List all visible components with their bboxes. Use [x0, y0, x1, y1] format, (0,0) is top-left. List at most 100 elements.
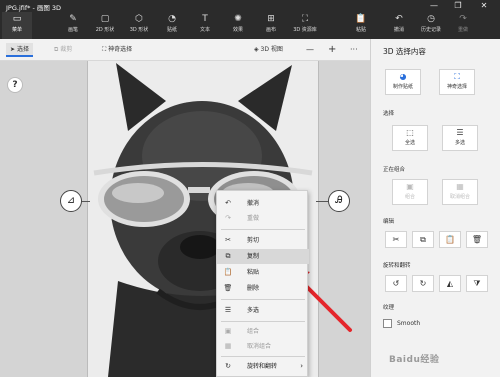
texture-section-label: 纹理: [383, 305, 395, 311]
crop-tool[interactable]: ⧉ 裁剪: [54, 43, 72, 57]
select-tool[interactable]: ➤ 选择: [6, 43, 33, 57]
brushes-tab[interactable]: ✎ 画笔: [58, 12, 88, 39]
copy-icon: ⧉: [225, 252, 231, 260]
effects-icon: ✺: [234, 14, 242, 24]
sticker-icon: ◕: [399, 72, 407, 81]
menu-item-cut[interactable]: ✂ 剪切: [217, 233, 309, 248]
cut-button[interactable]: ✂: [385, 231, 407, 248]
delete-button[interactable]: 🗑: [466, 231, 488, 248]
effects-tab[interactable]: ✺ 效果: [223, 12, 253, 39]
smooth-checkbox[interactable]: [383, 319, 392, 328]
magic-select-tool[interactable]: ⛶ 神奇选择: [102, 43, 132, 57]
zoom-in-button[interactable]: +: [328, 43, 336, 57]
chevron-right-icon: ›: [300, 362, 303, 370]
ungroup-button[interactable]: ▦ 取消组合: [442, 179, 478, 205]
magic-select-button[interactable]: ⛶ 神奇选择: [439, 69, 475, 95]
more-options-button[interactable]: ···: [350, 43, 358, 57]
paste-button[interactable]: 📋: [439, 231, 461, 248]
maximize-button[interactable]: ❐: [448, 1, 468, 11]
make-sticker-button[interactable]: ◕ 制作贴纸: [385, 69, 421, 95]
multi-select-button[interactable]: ☰ 多选: [442, 125, 478, 151]
menu-item-multi-select[interactable]: ☰ 多选: [217, 303, 309, 318]
title-bar: JPG.jfif* - 画图 3D — ❐ ✕: [0, 0, 500, 12]
trash-icon: 🗑: [471, 235, 483, 244]
rotate-right-button[interactable]: ↻: [412, 275, 434, 292]
2d-shapes-tab[interactable]: ▢ 2D 形状: [90, 12, 120, 39]
window-title: JPG.jfif* - 画图 3D: [6, 4, 62, 12]
rotate-left-button[interactable]: ↺: [385, 275, 407, 292]
close-button[interactable]: ✕: [474, 1, 494, 11]
select-all-button[interactable]: ⬚ 全选: [392, 125, 428, 151]
undo-icon: ↶: [225, 199, 231, 207]
menu-item-delete[interactable]: 🗑 删除: [217, 281, 309, 296]
help-button[interactable]: ?: [7, 77, 23, 93]
canvas-tab[interactable]: ⊞ 画布: [256, 12, 286, 39]
group-button[interactable]: ▣ 组合: [392, 179, 428, 205]
group-icon: ▣: [406, 182, 414, 191]
menu-separator: [221, 321, 305, 322]
menu-icon: ▭: [12, 14, 22, 24]
scissors-icon: ✂: [225, 236, 231, 244]
rotate-left-handle[interactable]: ⊿: [60, 190, 82, 212]
magic-select-icon: ⛶: [454, 72, 460, 81]
history-icon: ◷: [427, 14, 435, 24]
minimize-button[interactable]: —: [424, 1, 444, 11]
group-section-label: 正在组合: [383, 167, 406, 173]
zoom-out-button[interactable]: —: [306, 43, 314, 57]
3d-shapes-tab[interactable]: ⬡ 3D 形状: [124, 12, 154, 39]
scissors-icon: ✂: [392, 235, 400, 244]
stickers-tab[interactable]: ◔ 贴纸: [157, 12, 187, 39]
3d-library-icon: ⛶: [301, 14, 309, 24]
right-guide-line: [316, 201, 328, 202]
menu-item-undo[interactable]: ↶ 撤消: [217, 196, 309, 211]
app-top-bar: JPG.jfif* - 画图 3D — ❐ ✕ ▭ 菜单 ✎ 画笔 ▢ 2D 形…: [0, 0, 500, 39]
history-button[interactable]: ◷ 历史记录: [416, 12, 446, 39]
rotate-right-icon: ↻: [419, 279, 427, 288]
3d-library-tab[interactable]: ⛶ 3D 资源库: [290, 12, 320, 39]
flip-horizontal-icon: ◭: [446, 279, 454, 288]
paste-icon: 📋: [223, 268, 233, 276]
canvas-area[interactable]: ? ⊿ Ꭿ: [0, 61, 370, 377]
undo-button[interactable]: ↶ 撤消: [384, 12, 414, 39]
menu-item-copy[interactable]: ⧉ 复制: [217, 249, 309, 264]
copy-icon: ⧉: [420, 235, 426, 244]
ungroup-icon: ▦: [456, 182, 464, 191]
rotate-left-icon: ↺: [392, 279, 400, 288]
paste-icon: 📋: [355, 14, 367, 24]
rotate-icon: ↻: [225, 362, 231, 370]
smooth-label: Smooth: [397, 320, 421, 327]
properties-panel: 3D 选择内容 ◕ 制作贴纸 ⛶ 神奇选择 选择 ⬚ 全选 ☰ 多选 正在组合 …: [370, 39, 500, 377]
flip-horizontal-button[interactable]: ◭: [439, 275, 461, 292]
copy-button[interactable]: ⧉: [412, 231, 434, 248]
menu-separator: [221, 356, 305, 357]
3d-view-toggle[interactable]: ◈ 3D 视图: [254, 43, 283, 57]
canvas-toolbar: ➤ 选择 ⧉ 裁剪 ⛶ 神奇选择 ◈ 3D 视图 — + ···: [0, 39, 370, 61]
menu-separator: [221, 229, 305, 230]
context-menu: ↶ 撤消 ↷ 重做 ✂ 剪切 ⧉ 复制 📋 粘贴 🗑 删除 ☰ 多选 ▣ 组合 …: [216, 190, 309, 377]
edit-section-label: 编辑: [383, 219, 395, 225]
rotate-right-handle[interactable]: Ꭿ: [328, 190, 350, 212]
flip-vertical-icon: ⧩: [473, 279, 481, 288]
redo-icon: ↷: [225, 214, 231, 222]
text-tab[interactable]: T 文本: [190, 12, 220, 39]
ungroup-icon: ▦: [224, 342, 232, 350]
flip-vertical-button[interactable]: ⧩: [466, 275, 488, 292]
multi-select-icon: ☰: [224, 306, 232, 314]
menu-button[interactable]: ▭ 菜单: [2, 12, 32, 39]
menu-separator: [221, 299, 305, 300]
menu-item-paste[interactable]: 📋 粘贴: [217, 265, 309, 280]
menu-item-ungroup[interactable]: ▦ 取消组合: [217, 339, 309, 354]
ribbon: ▭ 菜单 ✎ 画笔 ▢ 2D 形状 ⬡ 3D 形状 ◔ 贴纸 T 文本 ✺ 效果…: [0, 12, 500, 39]
select-section-label: 选择: [383, 111, 395, 117]
menu-item-redo[interactable]: ↷ 重做: [217, 211, 309, 226]
group-icon: ▣: [224, 327, 232, 335]
rotate-section-label: 旋转和翻转: [383, 263, 411, 269]
menu-item-group[interactable]: ▣ 组合: [217, 324, 309, 339]
redo-button[interactable]: ↷ 重做: [448, 12, 478, 39]
cursor-icon: ➤: [10, 46, 17, 53]
sticker-icon: ◔: [168, 14, 176, 24]
paste-button[interactable]: 📋 粘贴: [346, 12, 376, 39]
panel-title: 3D 选择内容: [383, 47, 426, 56]
menu-item-rotate-flip[interactable]: ↻ 旋转和翻转 ›: [217, 359, 309, 374]
text-icon: T: [202, 14, 208, 24]
